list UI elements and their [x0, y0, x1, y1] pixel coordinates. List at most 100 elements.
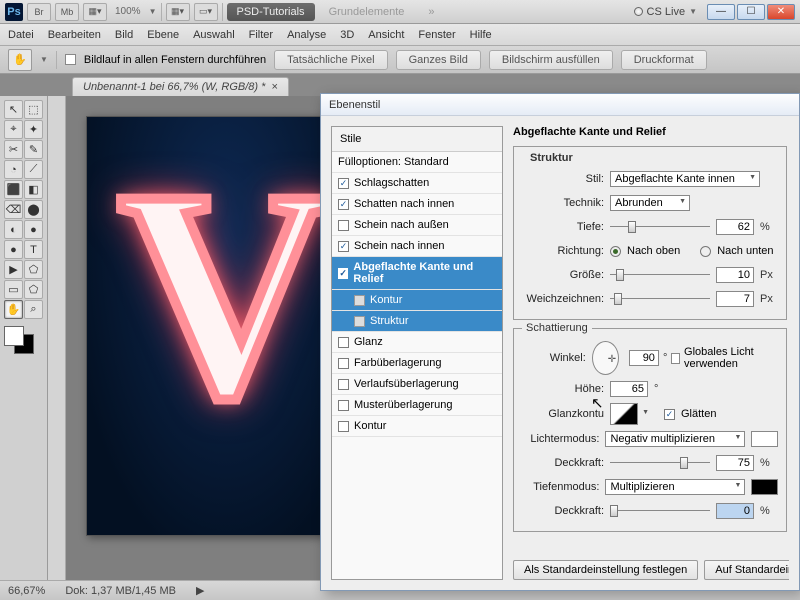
highlight-color-swatch[interactable] [751, 431, 778, 447]
style-item[interactable]: ✓Schein nach innen [332, 236, 502, 257]
deck2-input[interactable]: 0 [716, 503, 754, 519]
highlight-mode-dropdown[interactable]: Negativ multiplizieren [605, 431, 745, 447]
weich-input[interactable]: 7 [716, 291, 754, 307]
hoehe-input[interactable]: 65 [610, 381, 648, 397]
eyedropper-tool[interactable]: ✎ [24, 140, 43, 159]
richtung-down-radio[interactable] [700, 246, 711, 257]
path-tool[interactable]: ▶ [4, 260, 23, 279]
menu-bild[interactable]: Bild [115, 29, 133, 41]
stil-dropdown[interactable]: Abgeflachte Kante innen [610, 171, 760, 187]
status-arrow-icon[interactable]: ▶ [196, 584, 204, 597]
gradient-tool[interactable]: ⬤ [24, 200, 43, 219]
cs-live-button[interactable]: CS Live ▼ [634, 6, 697, 18]
groesse-slider[interactable] [610, 268, 710, 282]
style-item[interactable]: Kontur [332, 416, 502, 437]
wand-tool[interactable]: ✦ [24, 120, 43, 139]
fill-options-row[interactable]: Fülloptionen: Standard [332, 152, 502, 173]
zoom-tool[interactable]: ⌕ [24, 300, 43, 319]
panel-collapse-strip[interactable] [48, 96, 66, 580]
menu-analyse[interactable]: Analyse [287, 29, 326, 41]
type-tool[interactable]: T [24, 240, 43, 259]
workspace-tab-active[interactable]: PSD-Tutorials [227, 3, 315, 21]
glaetten-checkbox[interactable]: ✓ [664, 409, 675, 420]
winkel-input[interactable]: 90 [629, 350, 659, 366]
marquee-tool[interactable]: ⬚ [24, 100, 43, 119]
menu-3d[interactable]: 3D [340, 29, 354, 41]
angle-dial[interactable]: ✛ [592, 341, 619, 375]
menu-hilfe[interactable]: Hilfe [470, 29, 492, 41]
arrange-button[interactable]: ▦▾ [83, 3, 107, 21]
heal-tool[interactable]: ◔ [4, 160, 23, 179]
style-item[interactable]: ✓Schatten nach innen [332, 194, 502, 215]
tab-close-icon[interactable]: × [271, 81, 277, 93]
foreground-swatch[interactable] [4, 326, 24, 346]
style-item[interactable]: Schein nach außen [332, 215, 502, 236]
shadow-mode-dropdown[interactable]: Multiplizieren [605, 479, 745, 495]
status-zoom[interactable]: 66,67% [8, 585, 45, 597]
print-size-button[interactable]: Druckformat [621, 50, 707, 70]
menu-datei[interactable]: Datei [8, 29, 34, 41]
blur-tool[interactable]: ◐ [4, 220, 23, 239]
move-tool[interactable]: ↖ [4, 100, 23, 119]
style-checkbox[interactable]: ✓ [338, 241, 349, 252]
style-item[interactable]: Struktur [332, 311, 502, 332]
workspace-tab[interactable]: Grundelemente [319, 3, 415, 21]
fill-screen-button[interactable]: Bildschirm ausfüllen [489, 50, 613, 70]
dodge-tool[interactable]: ● [24, 220, 43, 239]
deck1-input[interactable]: 75 [716, 455, 754, 471]
style-checkbox[interactable] [338, 220, 349, 231]
shadow-color-swatch[interactable] [751, 479, 778, 495]
menu-ebene[interactable]: Ebene [147, 29, 179, 41]
chevron-down-icon[interactable]: ▼ [149, 7, 157, 16]
color-swatches[interactable] [4, 326, 44, 356]
style-checkbox[interactable] [338, 358, 349, 369]
workspace-expand[interactable]: » [418, 3, 444, 21]
lasso-tool[interactable]: ⌖ [4, 120, 23, 139]
scroll-all-checkbox[interactable] [65, 54, 76, 65]
style-checkbox[interactable] [338, 379, 349, 390]
weich-slider[interactable] [610, 292, 710, 306]
deck1-slider[interactable] [610, 456, 710, 470]
menu-filter[interactable]: Filter [249, 29, 273, 41]
technik-dropdown[interactable]: Abrunden [610, 195, 690, 211]
style-item[interactable]: Verlaufsüberlagerung [332, 374, 502, 395]
status-docsize[interactable]: Dok: 1,37 MB/1,45 MB [65, 585, 176, 597]
reset-default-button[interactable]: Auf Standardeinstell [704, 560, 789, 580]
menu-fenster[interactable]: Fenster [418, 29, 455, 41]
stamp-tool[interactable]: ⬛ [4, 180, 23, 199]
set-default-button[interactable]: Als Standardeinstellung festlegen [513, 560, 698, 580]
menu-ansicht[interactable]: Ansicht [368, 29, 404, 41]
bridge-button[interactable]: Br [27, 3, 51, 21]
style-checkbox[interactable] [338, 400, 349, 411]
hand-tool[interactable]: ✋ [4, 300, 23, 319]
style-item[interactable]: ✓Schlagschatten [332, 173, 502, 194]
minibridge-button[interactable]: Mb [55, 3, 79, 21]
style-checkbox[interactable] [338, 421, 349, 432]
styles-header[interactable]: Stile [332, 127, 502, 152]
notes-tool[interactable]: ▭ [4, 280, 23, 299]
fit-screen-button[interactable]: Ganzes Bild [396, 50, 481, 70]
screen-mode-button[interactable]: ▭▾ [194, 3, 218, 21]
style-checkbox[interactable]: ✓ [338, 178, 349, 189]
style-checkbox[interactable]: ✓ [338, 268, 348, 279]
history-brush-tool[interactable]: ◧ [24, 180, 43, 199]
style-item[interactable]: Musterüberlagerung [332, 395, 502, 416]
actual-pixels-button[interactable]: Tatsächliche Pixel [274, 50, 387, 70]
style-checkbox[interactable] [338, 337, 349, 348]
deck2-slider[interactable] [610, 504, 710, 518]
pen-tool[interactable]: ● [4, 240, 23, 259]
style-checkbox[interactable]: ✓ [338, 199, 349, 210]
minimize-button[interactable]: — [707, 4, 735, 20]
hand-tool-icon[interactable]: ✋ [8, 49, 32, 71]
style-item[interactable]: Glanz [332, 332, 502, 353]
global-light-checkbox[interactable] [671, 353, 680, 364]
tiefe-input[interactable]: 62 [716, 219, 754, 235]
close-button[interactable]: ✕ [767, 4, 795, 20]
style-item[interactable]: Kontur [332, 290, 502, 311]
document-tab[interactable]: Unbenannt-1 bei 66,7% (W, RGB/8) * × [72, 77, 289, 96]
groesse-input[interactable]: 10 [716, 267, 754, 283]
maximize-button[interactable]: ☐ [737, 4, 765, 20]
view-extras-button[interactable]: ▦▾ [166, 3, 190, 21]
crop-tool[interactable]: ✂ [4, 140, 23, 159]
shape-tool[interactable]: ⬠ [24, 260, 43, 279]
